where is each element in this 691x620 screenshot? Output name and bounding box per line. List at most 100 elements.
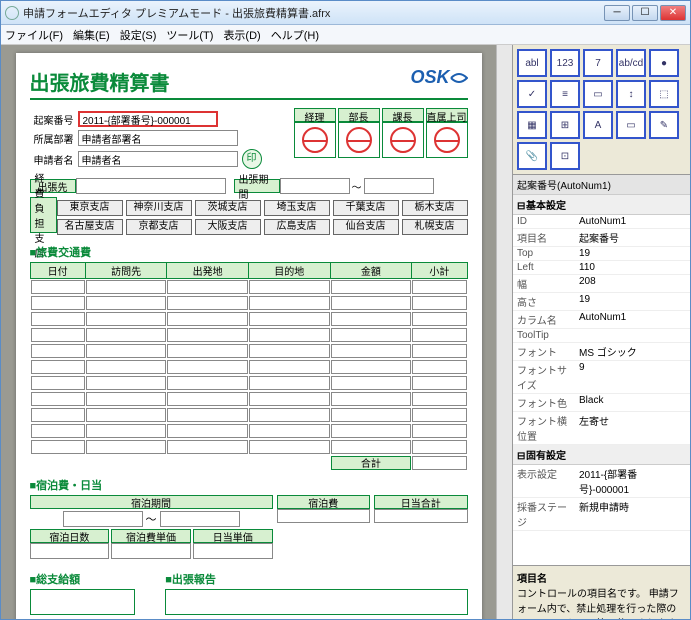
table-cell[interactable] (31, 440, 85, 454)
scrollbar[interactable] (496, 45, 512, 619)
table-cell[interactable] (86, 296, 167, 310)
menu-help[interactable]: ヘルプ(H) (271, 27, 319, 43)
minimize-button[interactable]: ─ (604, 5, 630, 21)
table-cell[interactable] (412, 392, 466, 406)
table-cell[interactable] (331, 376, 412, 390)
prop-value[interactable]: Black (575, 394, 690, 411)
table-cell[interactable] (331, 408, 412, 422)
table-cell[interactable] (86, 408, 167, 422)
property-grid[interactable]: 起案番号(AutoNum1) ⊟基本設定 IDAutoNum1項目名起案番号To… (513, 174, 690, 565)
table-cell[interactable] (31, 312, 85, 326)
table-cell[interactable] (331, 424, 412, 438)
palette-tool[interactable]: 📎 (517, 142, 547, 170)
table-cell[interactable] (249, 424, 330, 438)
table-cell[interactable] (167, 280, 248, 294)
table-cell[interactable] (167, 440, 248, 454)
table-cell[interactable] (86, 328, 167, 342)
canvas[interactable]: OSK 出張旅費精算書 起案番号2011-{部署番号}-000001 所属部署申… (1, 45, 496, 619)
table-cell[interactable] (31, 296, 85, 310)
menu-edit[interactable]: 編集(E) (73, 27, 110, 43)
table-cell[interactable] (167, 360, 248, 374)
branch-button[interactable]: 大阪支店 (195, 219, 261, 235)
table-cell[interactable] (86, 440, 167, 454)
table-cell[interactable] (412, 328, 466, 342)
branch-button[interactable]: 仙台支店 (333, 219, 399, 235)
table-cell[interactable] (412, 344, 466, 358)
branch-button[interactable]: 名古屋支店 (57, 219, 123, 235)
table-cell[interactable] (412, 424, 466, 438)
table-cell[interactable] (86, 280, 167, 294)
palette-tool[interactable]: 7 (583, 49, 613, 77)
table-cell[interactable] (167, 312, 248, 326)
table-cell[interactable] (86, 360, 167, 374)
table-cell[interactable] (167, 344, 248, 358)
stamp-icon[interactable]: 印 (242, 149, 262, 169)
prop-value[interactable]: 208 (575, 275, 690, 292)
close-button[interactable]: ✕ (660, 5, 686, 21)
table-cell[interactable] (412, 376, 466, 390)
table-cell[interactable] (31, 424, 85, 438)
table-cell[interactable] (249, 280, 330, 294)
table-cell[interactable] (31, 344, 85, 358)
branch-button[interactable]: 千葉支店 (333, 200, 399, 216)
palette-tool[interactable]: ✓ (517, 80, 547, 108)
branch-button[interactable]: 神奈川支店 (126, 200, 192, 216)
prop-value[interactable] (575, 329, 690, 342)
table-cell[interactable] (31, 392, 85, 406)
palette-tool[interactable]: ⊡ (550, 142, 580, 170)
table-cell[interactable] (31, 360, 85, 374)
table-cell[interactable] (412, 280, 466, 294)
menu-tool[interactable]: ツール(T) (166, 27, 213, 43)
table-cell[interactable] (331, 312, 412, 326)
table-cell[interactable] (167, 376, 248, 390)
table-cell[interactable] (249, 360, 330, 374)
table-cell[interactable] (249, 376, 330, 390)
palette-tool[interactable]: ● (649, 49, 679, 77)
branch-button[interactable]: 広島支店 (264, 219, 330, 235)
table-cell[interactable] (249, 328, 330, 342)
table-cell[interactable] (167, 392, 248, 406)
branch-button[interactable]: 東京支店 (57, 200, 123, 216)
table-cell[interactable] (249, 296, 330, 310)
prop-value[interactable]: 19 (575, 247, 690, 260)
kian-number-field[interactable]: 2011-{部署番号}-000001 (78, 111, 218, 127)
applicant-field[interactable]: 申請者名 (78, 151, 238, 167)
prop-value[interactable]: 19 (575, 293, 690, 310)
prop-value[interactable]: 起案番号 (575, 229, 690, 246)
table-cell[interactable] (249, 312, 330, 326)
menu-settings[interactable]: 設定(S) (120, 27, 157, 43)
palette-tool[interactable]: ↕ (616, 80, 646, 108)
table-cell[interactable] (249, 344, 330, 358)
dest-field[interactable] (76, 178, 226, 194)
table-cell[interactable] (412, 408, 466, 422)
table-cell[interactable] (86, 424, 167, 438)
period-from[interactable] (280, 178, 350, 194)
branch-button[interactable]: 京都支店 (126, 219, 192, 235)
table-cell[interactable] (412, 440, 466, 454)
table-cell[interactable] (86, 344, 167, 358)
table-cell[interactable] (412, 296, 466, 310)
palette-tool[interactable]: ⬚ (649, 80, 679, 108)
table-cell[interactable] (249, 440, 330, 454)
branch-button[interactable]: 埼玉支店 (264, 200, 330, 216)
table-cell[interactable] (331, 440, 412, 454)
table-cell[interactable] (331, 280, 412, 294)
palette-tool[interactable]: ≡ (550, 80, 580, 108)
table-cell[interactable] (167, 408, 248, 422)
prop-value[interactable]: AutoNum1 (575, 215, 690, 228)
table-cell[interactable] (167, 328, 248, 342)
prop-value[interactable]: 新規申請時 (575, 498, 690, 530)
table-cell[interactable] (31, 280, 85, 294)
prop-value[interactable]: 2011-{部署番号}-000001 (575, 465, 690, 497)
table-cell[interactable] (249, 408, 330, 422)
dept-field[interactable]: 申請者部署名 (78, 130, 238, 146)
menu-view[interactable]: 表示(D) (223, 27, 260, 43)
palette-tool[interactable]: ✎ (649, 111, 679, 139)
table-cell[interactable] (331, 344, 412, 358)
branch-button[interactable]: 栃木支店 (402, 200, 468, 216)
branch-button[interactable]: 茨城支店 (195, 200, 261, 216)
prop-value[interactable]: AutoNum1 (575, 311, 690, 328)
table-cell[interactable] (331, 296, 412, 310)
table-cell[interactable] (31, 408, 85, 422)
table-cell[interactable] (86, 312, 167, 326)
